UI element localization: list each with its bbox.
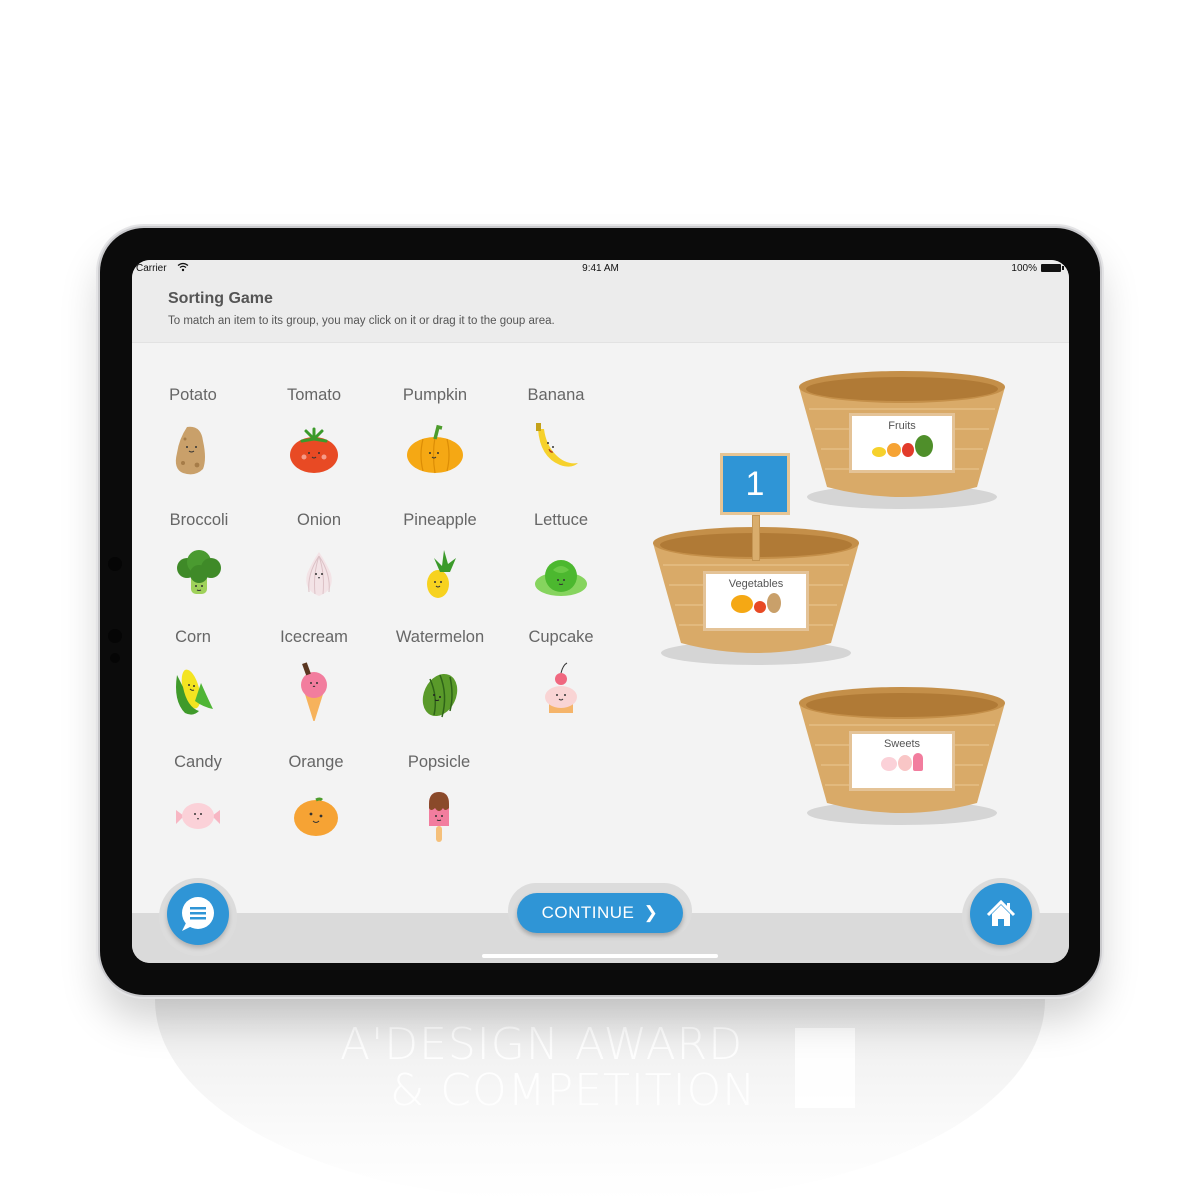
continue-label: CONTINUE	[541, 903, 635, 922]
potato-icon	[175, 426, 205, 475]
item-label: Pineapple	[403, 511, 477, 529]
item-popsicle[interactable]: Popsicle	[384, 753, 494, 846]
item-label: Orange	[288, 753, 344, 771]
broccoli-icon	[177, 550, 221, 594]
battery-full-icon	[1041, 264, 1064, 272]
chat-menu-button[interactable]	[167, 883, 229, 945]
item-pineapple[interactable]: Pineapple	[385, 511, 495, 604]
item-label: Icecream	[280, 628, 348, 646]
item-cupcake[interactable]: Cupcake	[506, 628, 616, 721]
corn-icon	[176, 669, 213, 715]
group-counter-badge: 1	[720, 453, 790, 515]
orange-icon	[294, 797, 338, 836]
item-icecream[interactable]: Icecream	[259, 628, 369, 721]
instructions-text: To match an item to its group, you may c…	[168, 315, 555, 327]
group-basket-sweets[interactable]: Sweets	[797, 685, 1007, 825]
clock: 9:41 AM	[582, 263, 619, 274]
item-label: Corn	[175, 628, 211, 646]
page-title: Sorting Game	[168, 290, 273, 307]
home-indicator	[482, 954, 718, 958]
tomato-icon	[290, 427, 338, 473]
item-potato[interactable]: Potato	[138, 386, 248, 479]
group-tag-vegetables: Vegetables	[703, 571, 809, 631]
onion-icon	[306, 552, 332, 596]
item-label: Lettuce	[533, 511, 589, 529]
fruits-preview-icon	[852, 435, 952, 457]
device-sensor	[110, 653, 120, 663]
item-pumpkin[interactable]: Pumpkin	[380, 386, 490, 479]
item-lettuce[interactable]: Lettuce	[506, 511, 616, 604]
cupcake-icon	[545, 662, 577, 713]
item-label: Tomato	[286, 386, 342, 404]
item-label: Broccoli	[169, 511, 229, 529]
item-label: Cupcake	[528, 628, 594, 646]
candy-icon	[176, 803, 220, 829]
home-icon	[986, 899, 1016, 926]
home-button[interactable]	[970, 883, 1032, 945]
item-label: Pumpkin	[402, 386, 468, 404]
watermark: A'DESIGN AWARD & COMPETITION	[340, 1022, 860, 1114]
pineapple-icon	[427, 550, 456, 598]
device-sensor	[108, 557, 122, 571]
item-orange[interactable]: Orange	[261, 753, 371, 846]
item-broccoli[interactable]: Broccoli	[144, 511, 254, 604]
item-label: Candy	[174, 753, 222, 771]
banana-icon	[536, 423, 578, 467]
item-watermelon[interactable]: Watermelon	[385, 628, 495, 721]
lettuce-icon	[535, 560, 587, 596]
group-basket-fruits[interactable]: Fruits	[797, 369, 1007, 509]
continue-button[interactable]: CONTINUE ❯	[517, 893, 683, 933]
item-corn[interactable]: Corn	[138, 628, 248, 721]
page-header: Sorting Game To match an item to its gro…	[132, 278, 1069, 343]
item-label: Popsicle	[407, 753, 471, 771]
item-label: Onion	[296, 511, 342, 529]
item-onion[interactable]: Onion	[264, 511, 374, 604]
watermark-logo-icon	[795, 1028, 855, 1108]
item-tomato[interactable]: Tomato	[259, 386, 369, 479]
chevron-right-icon: ❯	[643, 903, 659, 922]
icecream-icon	[301, 662, 327, 721]
device-sensor	[108, 629, 122, 643]
group-tag-sweets: Sweets	[849, 731, 955, 791]
vegetables-preview-icon	[706, 593, 806, 613]
watermark-line-2: & COMPETITION	[390, 1065, 757, 1116]
group-label: Vegetables	[728, 578, 784, 590]
status-bar: Carrier 9:41 AM 100%	[132, 260, 1069, 278]
watermelon-icon	[422, 673, 458, 718]
sweets-preview-icon	[852, 753, 952, 771]
item-banana[interactable]: Banana	[501, 386, 611, 479]
group-label: Sweets	[883, 738, 921, 750]
watermark-line-1: A'DESIGN AWARD	[340, 1019, 744, 1070]
pumpkin-icon	[407, 424, 463, 474]
counter-sign-pole	[752, 515, 760, 561]
item-label: Watermelon	[395, 628, 485, 646]
group-tag-fruits: Fruits	[849, 413, 955, 473]
item-label: Banana	[527, 386, 585, 404]
group-label: Fruits	[888, 420, 916, 432]
item-label: Potato	[169, 386, 217, 404]
battery-percent: 100%	[1011, 263, 1037, 274]
popsicle-icon	[429, 792, 449, 842]
game-area: Potato Tomato Pumpkin Banana Broccoli On…	[132, 343, 1069, 913]
app-screen: Carrier 9:41 AM 100% Sorting Game To mat…	[132, 260, 1069, 963]
item-candy[interactable]: Candy	[143, 753, 253, 846]
chat-menu-icon	[182, 897, 214, 931]
